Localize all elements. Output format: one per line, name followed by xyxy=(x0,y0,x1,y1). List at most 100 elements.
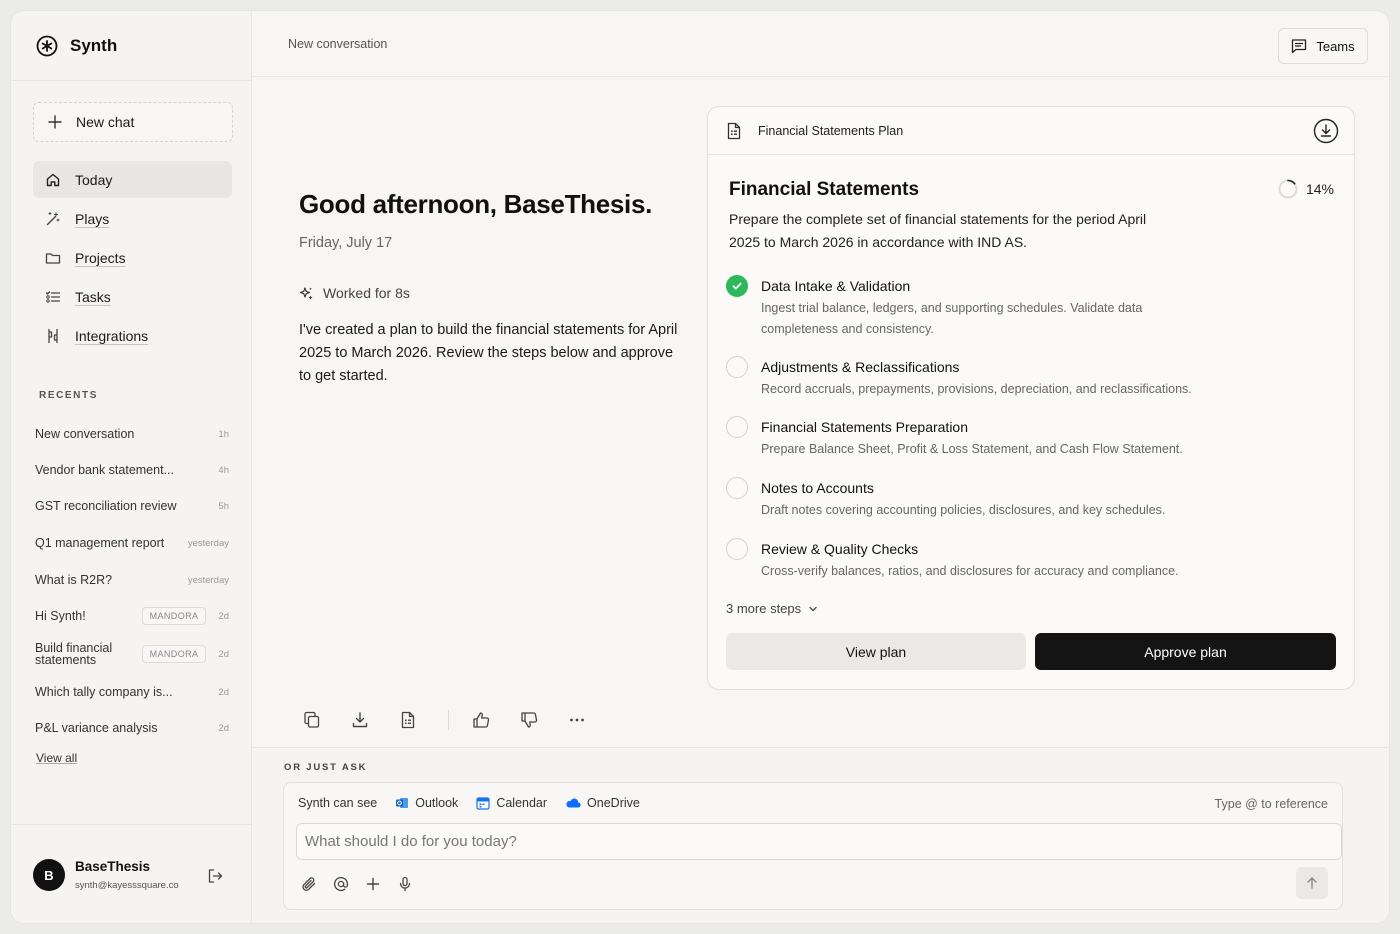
view-all-link[interactable]: View all xyxy=(36,751,77,765)
recents-list: New conversation 1h Vendor bank statemen… xyxy=(35,416,229,746)
new-chat-button[interactable]: New chat xyxy=(33,102,233,142)
step-title: Adjustments & Reclassifications xyxy=(761,359,960,375)
empty-circle-icon xyxy=(726,356,748,378)
main-panel: New conversation Teams Good afternoon, B… xyxy=(252,11,1389,923)
list-item[interactable]: What is R2R? yesterday xyxy=(35,562,229,598)
plan-steps: Data Intake & Validation Ingest trial ba… xyxy=(726,275,1336,598)
plan-description: Prepare the complete set of financial st… xyxy=(729,211,1147,250)
thumbs-up-icon[interactable] xyxy=(469,708,493,732)
recent-title: P&L variance analysis xyxy=(35,721,158,735)
recent-time: 2d xyxy=(218,686,229,698)
user-name: BaseThesis xyxy=(75,859,151,874)
plan-step[interactable]: Adjustments & Reclassifications Record a… xyxy=(726,356,1336,416)
plan-step[interactable]: Data Intake & Validation Ingest trial ba… xyxy=(726,275,1336,356)
logout-icon[interactable] xyxy=(207,868,223,884)
step-description: Draft notes covering accounting policies… xyxy=(761,503,1166,517)
source-onedrive[interactable]: OneDrive xyxy=(565,796,640,810)
plus-icon xyxy=(48,115,62,129)
approve-plan-button[interactable]: Approve plan xyxy=(1035,633,1336,670)
view-plan-button[interactable]: View plan xyxy=(726,633,1026,670)
teams-label: Teams xyxy=(1316,38,1355,54)
list-item[interactable]: New conversation 1h xyxy=(35,416,229,452)
brand[interactable]: Synth xyxy=(11,11,251,81)
document-icon xyxy=(726,122,742,140)
recent-time: 4h xyxy=(218,464,229,476)
list-item[interactable]: Vendor bank statement... 4h xyxy=(35,452,229,488)
list-item[interactable]: Hi Synth! MANDORA 2d xyxy=(35,598,229,634)
teams-button[interactable]: Teams xyxy=(1278,28,1368,64)
worked-status: Worked for 8s xyxy=(299,285,410,301)
download-icon[interactable] xyxy=(348,708,372,732)
plug-icon xyxy=(45,328,61,344)
magic-wand-icon xyxy=(45,211,61,227)
source-label: Outlook xyxy=(415,796,459,810)
plan-header-title: Financial Statements Plan xyxy=(758,123,904,138)
divider xyxy=(448,710,449,730)
recent-time: yesterday xyxy=(187,537,229,549)
topbar: New conversation Teams xyxy=(252,11,1389,77)
sidebar-item-plays[interactable]: Plays xyxy=(33,200,232,237)
download-icon[interactable] xyxy=(1313,118,1339,144)
plan-header: Financial Statements Plan xyxy=(708,107,1354,155)
recent-title: What is R2R? xyxy=(35,573,113,587)
plan-step[interactable]: Financial Statements Preparation Prepare… xyxy=(726,416,1336,477)
send-button[interactable] xyxy=(1296,867,1328,899)
type-reference-hint: Type @ to reference xyxy=(1214,797,1328,811)
list-item[interactable]: P&L variance analysis 2d xyxy=(35,710,229,746)
recent-title: Which tally company is... xyxy=(35,685,173,699)
source-calendar[interactable]: Calendar xyxy=(476,796,547,810)
recent-title: Hi Synth! xyxy=(35,609,86,623)
paperclip-icon[interactable] xyxy=(300,875,318,893)
sidebar-item-tasks[interactable]: Tasks xyxy=(33,278,232,315)
worked-label: Worked for 8s xyxy=(323,285,410,301)
plan-card: Financial Statements Plan Financial Stat… xyxy=(707,106,1355,690)
greeting-heading: Good afternoon, BaseThesis. xyxy=(299,189,653,219)
date-label: Friday, July 17 xyxy=(299,235,393,251)
list-item[interactable]: Build financial statements MANDORA 2d xyxy=(35,634,229,674)
plus-icon[interactable] xyxy=(364,875,382,893)
progress-ring-icon xyxy=(1278,179,1298,199)
assistant-message: I've created a plan to build the financi… xyxy=(299,322,678,384)
app-name: Synth xyxy=(70,35,118,55)
empty-circle-icon xyxy=(726,538,748,560)
list-icon xyxy=(45,289,61,305)
sidebar-item-label: Projects xyxy=(75,249,126,266)
user-profile: B BaseThesis synth@kayesssquare.co xyxy=(11,824,252,923)
outlook-icon xyxy=(395,796,409,810)
plan-step[interactable]: Notes to Accounts Draft notes covering a… xyxy=(726,477,1336,538)
source-outlook[interactable]: Outlook xyxy=(395,796,458,810)
step-description: Cross-verify balances, ratios, and discl… xyxy=(761,564,1179,578)
recents-heading: RECENTS xyxy=(39,390,98,401)
plan-progress: 14% xyxy=(1278,179,1334,199)
arrow-up-icon xyxy=(1305,876,1319,890)
document-icon[interactable] xyxy=(396,708,420,732)
source-label: OneDrive xyxy=(587,796,640,810)
list-item[interactable]: Q1 management report yesterday xyxy=(35,524,229,562)
prompt-input[interactable] xyxy=(296,823,1342,860)
sidebar-item-today[interactable]: Today xyxy=(33,161,232,198)
empty-circle-icon xyxy=(726,477,748,499)
copy-icon[interactable] xyxy=(300,708,324,732)
list-item[interactable]: Which tally company is... 2d xyxy=(35,674,229,710)
message-actions xyxy=(300,708,613,732)
sidebar-item-label: Tasks xyxy=(75,288,111,305)
microphone-icon[interactable] xyxy=(396,875,414,893)
plan-step[interactable]: Review & Quality Checks Cross-verify bal… xyxy=(726,538,1336,598)
workspace-tag: MANDORA xyxy=(141,607,207,625)
list-item[interactable]: GST reconciliation review 5h xyxy=(35,488,229,524)
more-options-icon[interactable] xyxy=(565,708,589,732)
thumbs-down-icon[interactable] xyxy=(517,708,541,732)
sidebar-item-label: Plays xyxy=(75,210,110,227)
home-icon xyxy=(45,172,61,188)
recent-title: GST reconciliation review xyxy=(35,499,177,513)
recent-time: 2d xyxy=(218,722,229,734)
at-mention-icon[interactable] xyxy=(332,875,350,893)
progress-percent: 14% xyxy=(1305,181,1334,197)
sidebar-item-integrations[interactable]: Integrations xyxy=(33,317,232,354)
empty-circle-icon xyxy=(726,416,748,438)
more-steps-toggle[interactable]: 3 more steps xyxy=(726,601,818,616)
user-email: synth@kayesssquare.co xyxy=(75,880,179,891)
sidebar-item-projects[interactable]: Projects xyxy=(33,239,232,276)
step-description: Ingest trial balance, ledgers, and suppo… xyxy=(761,301,1143,336)
avatar[interactable]: B xyxy=(33,859,65,891)
